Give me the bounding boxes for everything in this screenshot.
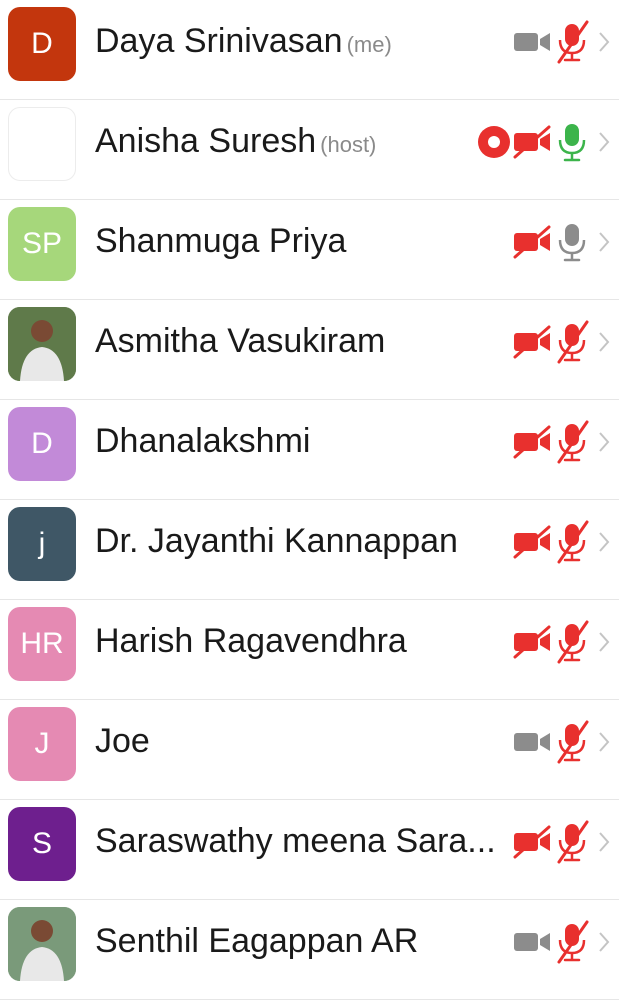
video-camera-off-icon[interactable] xyxy=(511,225,555,264)
chevron-right-icon[interactable] xyxy=(597,530,611,559)
participant-name-group: Shanmuga Priya xyxy=(95,222,346,261)
avatar: S xyxy=(8,807,76,881)
participant-controls xyxy=(511,20,611,69)
participant-name-group: Saraswathy meena Sara... xyxy=(95,822,496,861)
participant-controls xyxy=(511,720,611,769)
participant-name-group: Dr. Jayanthi Kannappan xyxy=(95,522,458,561)
participants-list: D Daya Srinivasan (me) Anisha Suresh (host)… xyxy=(0,0,619,1000)
avatar-initials: HR xyxy=(20,627,64,660)
participant-name: Harish Ragavendhra xyxy=(95,622,407,660)
recording-icon xyxy=(477,125,511,164)
video-camera-off-icon[interactable] xyxy=(511,825,555,864)
participant-controls xyxy=(511,420,611,469)
participant-controls xyxy=(511,220,611,269)
avatar-initials: D xyxy=(31,27,53,60)
avatar xyxy=(8,307,76,381)
avatar: HR xyxy=(8,607,76,681)
avatar: J xyxy=(8,707,76,781)
microphone-muted-icon[interactable] xyxy=(555,720,589,769)
participant-row[interactable]: D Dhanalakshmi xyxy=(0,400,619,500)
participant-row[interactable]: J Joe xyxy=(0,700,619,800)
video-camera-off-icon[interactable] xyxy=(511,125,555,164)
microphone-icon[interactable] xyxy=(555,220,589,269)
participant-controls xyxy=(477,120,611,169)
participant-controls xyxy=(511,820,611,869)
participant-role-tag: (me) xyxy=(346,32,392,57)
video-camera-icon[interactable] xyxy=(511,925,555,964)
avatar: D xyxy=(8,407,76,481)
chevron-right-icon[interactable] xyxy=(597,130,611,159)
participant-controls xyxy=(511,920,611,969)
participant-name-group: Daya Srinivasan (me) xyxy=(95,22,392,61)
chevron-right-icon[interactable] xyxy=(597,30,611,59)
participant-role-tag: (host) xyxy=(320,132,377,157)
microphone-muted-icon[interactable] xyxy=(555,820,589,869)
participant-name: Dhanalakshmi xyxy=(95,422,311,460)
participant-name: Shanmuga Priya xyxy=(95,222,347,260)
chevron-right-icon[interactable] xyxy=(597,330,611,359)
participant-name: Senthil Eagappan AR xyxy=(95,922,419,960)
microphone-icon[interactable] xyxy=(555,120,589,169)
avatar: D xyxy=(8,7,76,81)
video-camera-off-icon[interactable] xyxy=(511,525,555,564)
microphone-muted-icon[interactable] xyxy=(555,320,589,369)
avatar-initials: S xyxy=(31,827,52,860)
participant-name-group: Harish Ragavendhra xyxy=(95,622,407,661)
participant-controls xyxy=(511,520,611,569)
participant-name-group: Dhanalakshmi xyxy=(95,422,310,461)
avatar-initials: j xyxy=(38,527,46,560)
avatar-initials: SP xyxy=(21,227,63,260)
microphone-muted-icon[interactable] xyxy=(555,920,589,969)
microphone-muted-icon[interactable] xyxy=(555,520,589,569)
participant-name-group: Asmitha Vasukiram xyxy=(95,322,385,361)
participant-row[interactable]: S Saraswathy meena Sara... xyxy=(0,800,619,900)
chevron-right-icon[interactable] xyxy=(597,230,611,259)
avatar: j xyxy=(8,507,76,581)
participant-name: Daya Srinivasan xyxy=(95,22,343,60)
participant-name-group: Anisha Suresh (host) xyxy=(95,122,376,161)
avatar-initials: J xyxy=(34,727,50,760)
video-camera-icon[interactable] xyxy=(511,725,555,764)
participant-row[interactable]: j Dr. Jayanthi Kannappan xyxy=(0,500,619,600)
video-camera-off-icon[interactable] xyxy=(511,625,555,664)
avatar: SP xyxy=(8,207,76,281)
microphone-muted-icon[interactable] xyxy=(555,420,589,469)
video-camera-off-icon[interactable] xyxy=(511,325,555,364)
participant-row[interactable]: Senthil Eagappan AR xyxy=(0,900,619,1000)
avatar-initials: D xyxy=(31,427,53,460)
microphone-muted-icon[interactable] xyxy=(555,620,589,669)
microphone-muted-icon[interactable] xyxy=(555,20,589,69)
participant-name: Joe xyxy=(95,722,150,760)
chevron-right-icon[interactable] xyxy=(597,930,611,959)
participant-name: Asmitha Vasukiram xyxy=(95,322,386,360)
chevron-right-icon[interactable] xyxy=(597,830,611,859)
participant-controls xyxy=(511,320,611,369)
participant-row[interactable]: D Daya Srinivasan (me) xyxy=(0,0,619,100)
participant-row[interactable]: Asmitha Vasukiram xyxy=(0,300,619,400)
participant-row[interactable]: HR Harish Ragavendhra xyxy=(0,600,619,700)
participant-name: Dr. Jayanthi Kannappan xyxy=(95,522,458,560)
participant-name-group: Joe xyxy=(95,722,150,761)
video-camera-icon[interactable] xyxy=(511,25,555,64)
chevron-right-icon[interactable] xyxy=(597,730,611,759)
avatar xyxy=(8,107,76,181)
participant-row[interactable]: SP Shanmuga Priya xyxy=(0,200,619,300)
participant-row[interactable]: Anisha Suresh (host) xyxy=(0,100,619,200)
participant-name: Anisha Suresh xyxy=(95,122,317,160)
avatar xyxy=(8,907,76,981)
video-camera-off-icon[interactable] xyxy=(511,425,555,464)
participant-name-group: Senthil Eagappan AR xyxy=(95,922,418,961)
participant-name: Saraswathy meena Sara... xyxy=(95,822,496,860)
chevron-right-icon[interactable] xyxy=(597,430,611,459)
chevron-right-icon[interactable] xyxy=(597,630,611,659)
participant-controls xyxy=(511,620,611,669)
